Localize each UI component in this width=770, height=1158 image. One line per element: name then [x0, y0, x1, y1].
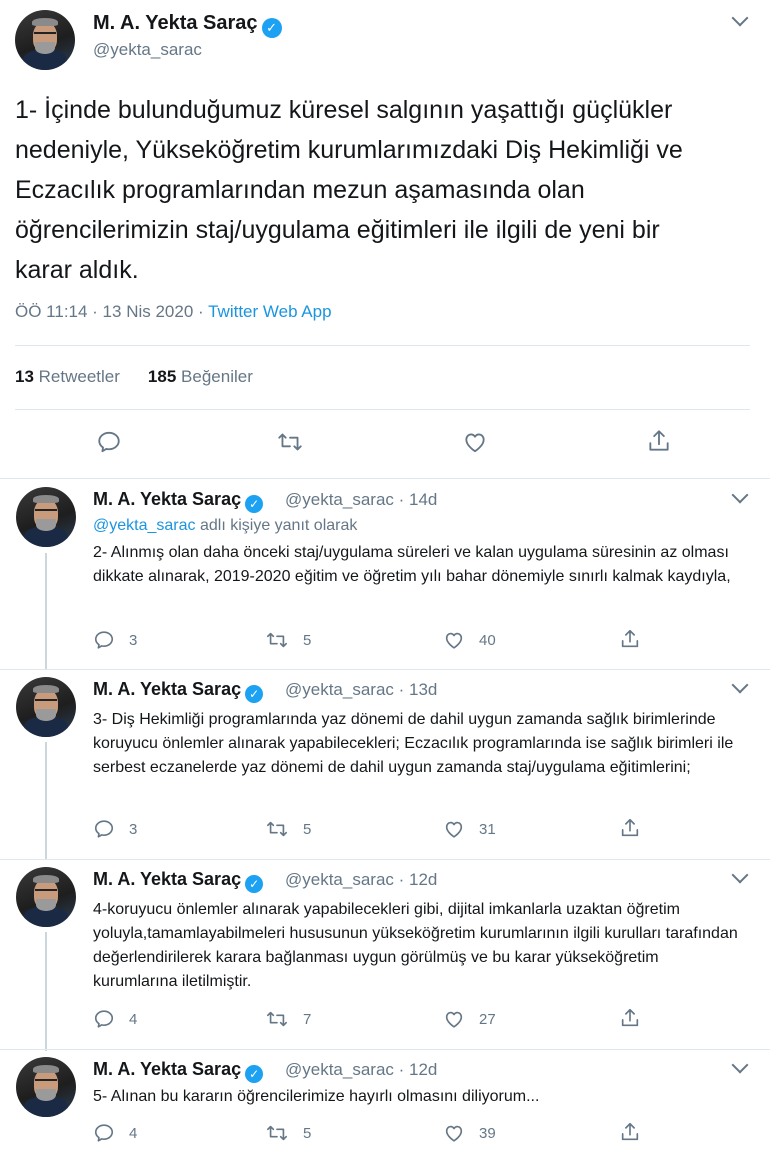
like-icon — [465, 433, 485, 453]
reply-icon — [94, 1010, 114, 1028]
like-icon — [445, 1125, 463, 1142]
reply-to-link[interactable]: @yekta_sarac — [93, 517, 196, 534]
chevron-down-icon[interactable] — [731, 1056, 749, 1074]
reply-count: 3 — [129, 631, 138, 649]
share-button[interactable] — [619, 1007, 641, 1029]
divider — [15, 409, 750, 410]
share-icon — [621, 629, 639, 648]
author-name[interactable]: M. A. Yekta Saraç ✓ — [93, 12, 282, 38]
author-handle[interactable]: @yekta_sarac — [93, 40, 202, 60]
share-icon — [621, 1122, 639, 1141]
reply-button[interactable]: 4 — [93, 1122, 137, 1144]
reply-count: 4 — [129, 1010, 138, 1028]
tweet-text: 1- İçinde bulunduğumuz küresel salgının … — [15, 96, 683, 284]
verified-badge-icon: ✓ — [261, 18, 282, 38]
verified-badge-icon: ✓ — [245, 875, 264, 893]
like-count: 31 — [479, 820, 496, 838]
retweet-count: 5 — [303, 631, 312, 649]
author-name[interactable]: M. A. Yekta Saraç ✓ — [93, 679, 264, 703]
likes-stat[interactable]: 185 Beğeniler — [148, 367, 253, 386]
author-handle-time[interactable]: @yekta_sarac · 12d — [285, 1060, 437, 1080]
reply-count: 4 — [129, 1124, 138, 1142]
verified-badge-icon: ✓ — [245, 495, 264, 513]
avatar[interactable] — [16, 867, 76, 927]
like-count: 27 — [479, 1010, 496, 1028]
like-icon — [445, 821, 463, 838]
retweet-button[interactable] — [276, 429, 304, 455]
reply-button[interactable]: 4 — [93, 1008, 137, 1030]
retweet-button[interactable]: 7 — [265, 1008, 311, 1030]
divider — [0, 859, 770, 860]
divider — [0, 669, 770, 670]
chevron-down-icon[interactable] — [731, 486, 749, 504]
chevron-down-icon[interactable] — [731, 9, 749, 27]
like-count: 39 — [479, 1124, 496, 1142]
chevron-down-icon[interactable] — [731, 866, 749, 884]
avatar[interactable] — [16, 677, 76, 737]
reply-icon — [98, 431, 120, 453]
retweet-button[interactable]: 5 — [265, 818, 311, 840]
divider — [0, 478, 770, 479]
reply-button[interactable] — [96, 429, 122, 455]
tweet-text: 3- Diş Hekimliği programlarında yaz döne… — [93, 711, 734, 776]
main-tweet: M. A. Yekta Saraç ✓ @yekta_sarac 1- İçind… — [0, 0, 770, 478]
tweet-text: 4-koruyucu önlemler alınarak yapabilecek… — [93, 901, 738, 990]
share-icon — [621, 818, 639, 837]
verified-badge-icon: ✓ — [245, 1065, 264, 1083]
like-button[interactable]: 40 — [443, 629, 496, 651]
retweet-icon — [267, 1011, 287, 1027]
chevron-down-icon[interactable] — [731, 676, 749, 694]
share-icon — [649, 430, 669, 451]
reply-icon — [94, 820, 114, 838]
retweet-icon — [278, 433, 302, 451]
like-count: 40 — [479, 631, 496, 649]
like-button[interactable]: 39 — [443, 1122, 496, 1144]
retweet-icon — [267, 1125, 287, 1141]
retweet-count: 5 — [303, 820, 312, 838]
share-button[interactable] — [619, 817, 641, 839]
tweet-timestamp[interactable]: ÖÖ 11:14 · 13 Nis 2020 · Twitter Web App — [15, 302, 332, 322]
like-button[interactable] — [462, 429, 488, 455]
divider — [15, 345, 750, 346]
retweet-icon — [267, 821, 287, 837]
author-name[interactable]: M. A. Yekta Saraç ✓ — [93, 489, 264, 513]
tweet-text: 2- Alınmış olan daha önceki staj/uygulam… — [93, 544, 731, 585]
reply-count: 3 — [129, 820, 138, 838]
share-button[interactable] — [619, 1121, 641, 1143]
retweet-button[interactable]: 5 — [265, 629, 311, 651]
retweet-button[interactable]: 5 — [265, 1122, 311, 1144]
author-name[interactable]: M. A. Yekta Saraç ✓ — [93, 869, 264, 893]
like-icon — [445, 1011, 463, 1028]
reply-icon — [94, 1124, 114, 1142]
retweet-count: 7 — [303, 1010, 312, 1028]
verified-badge-icon: ✓ — [245, 685, 264, 703]
author-handle-time[interactable]: @yekta_sarac · 13d — [285, 680, 437, 700]
tweet-stats: 13 Retweetler 185 Beğeniler — [15, 367, 253, 387]
divider — [0, 1049, 770, 1050]
author-name[interactable]: M. A. Yekta Saraç ✓ — [93, 1059, 264, 1083]
like-button[interactable]: 27 — [443, 1008, 496, 1030]
tweet-text: 5- Alınan bu kararın öğrencilerimize hay… — [93, 1088, 540, 1105]
thread-connector — [45, 742, 47, 860]
retweet-icon — [267, 632, 287, 648]
share-icon — [621, 1008, 639, 1027]
author-handle-time[interactable]: @yekta_sarac · 14d — [285, 490, 437, 510]
reply-button[interactable]: 3 — [93, 629, 137, 651]
like-icon — [445, 632, 463, 649]
avatar[interactable] — [16, 487, 76, 547]
reply-button[interactable]: 3 — [93, 818, 137, 840]
share-button[interactable] — [646, 428, 672, 454]
reply-context: @yekta_sarac adlı kişiye yanıt olarak — [93, 517, 358, 534]
retweet-count: 5 — [303, 1124, 312, 1142]
thread-connector — [45, 932, 47, 1051]
share-button[interactable] — [619, 628, 641, 650]
retweets-stat[interactable]: 13 Retweetler — [15, 367, 120, 386]
avatar[interactable] — [15, 10, 75, 70]
avatar[interactable] — [16, 1057, 76, 1117]
author-handle-time[interactable]: @yekta_sarac · 12d — [285, 870, 437, 890]
thread-connector — [45, 553, 47, 670]
like-button[interactable]: 31 — [443, 818, 496, 840]
tweet-source-link[interactable]: Twitter Web App — [208, 302, 331, 321]
reply-icon — [94, 631, 114, 649]
